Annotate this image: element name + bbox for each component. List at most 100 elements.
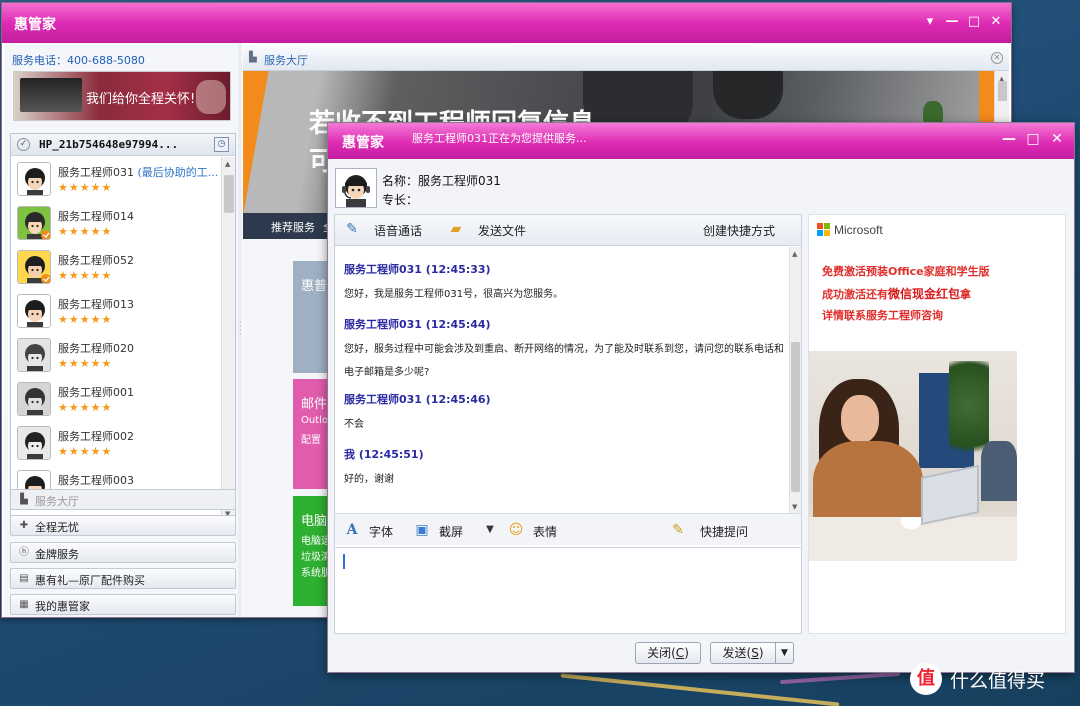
close-icon[interactable]: ✕ — [1050, 132, 1064, 146]
engineer-name: 服务工程师052 — [58, 252, 134, 268]
maximize-icon[interactable]: □ — [967, 15, 981, 29]
send-file-button[interactable]: 发送文件 — [478, 222, 526, 239]
nav-service-hall[interactable]: ▙ 服务大厅 — [10, 489, 236, 510]
create-shortcut-button[interactable]: 创建快捷方式 — [703, 222, 775, 239]
scroll-thumb[interactable] — [791, 342, 800, 492]
message-text: 您好，我是服务工程师031号，很高兴为您服务。 — [344, 289, 564, 300]
engineer-name: 名称：服务工程师031 — [382, 174, 501, 188]
nav-parts-purchase[interactable]: ▤ 惠有礼—原厂配件购买 — [10, 568, 236, 589]
message-sender: 服务工程师031 (12:45:46) — [344, 393, 491, 406]
engineer-list-item[interactable]: 服务工程师001 ★★★★★ — [11, 377, 221, 421]
emoji-icon[interactable]: ☺ — [507, 521, 525, 539]
dropdown-icon[interactable]: ▾ — [923, 15, 937, 29]
check-icon[interactable]: ✓ — [17, 138, 30, 151]
ad-line: 免费激活预装Office家庭和学生版 — [822, 265, 990, 278]
engineer-list: 服务工程师031 (最后协助的工... ★★★★★ 服务工程师014 ★★★★★ — [11, 157, 221, 520]
microphone-icon[interactable]: ✎ — [343, 220, 361, 238]
nav-my-manager[interactable]: ▦ 我的惠管家 — [10, 594, 236, 615]
folder-icon[interactable]: ▰ — [447, 220, 465, 238]
engineer-list-item[interactable]: 服务工程师052 ★★★★★ — [11, 245, 221, 289]
engineer-list-item[interactable]: 服务工程师002 ★★★★★ — [11, 421, 221, 465]
panel-splitter[interactable]: · · · · — [238, 43, 242, 617]
message-input[interactable] — [335, 547, 801, 633]
screenshot-icon[interactable]: ▣ — [413, 521, 431, 539]
font-button[interactable]: 字体 — [369, 523, 393, 540]
engineer-list-item[interactable]: 服务工程师013 ★★★★★ — [11, 289, 221, 333]
engineer-avatar — [17, 250, 51, 284]
engineer-avatar-icon — [18, 295, 50, 327]
card-line: 配置 — [301, 435, 321, 446]
grip-icon: · · · · — [239, 318, 242, 339]
nav-label: 我的惠管家 — [35, 600, 90, 613]
engineer-avatar — [335, 168, 377, 208]
message-scrollbar[interactable]: ▲ ▼ — [789, 247, 801, 513]
close-chat-button[interactable]: 关闭(C) — [635, 642, 701, 664]
scroll-up-icon[interactable]: ▲ — [792, 250, 797, 258]
engineer-avatar-icon — [18, 163, 50, 195]
engineer-list-item[interactable]: 服务工程师031 (最后协助的工... ★★★★★ — [11, 157, 221, 201]
tab-service-hall[interactable]: ▙ 服务大厅 ✕ — [243, 47, 1009, 71]
engineer-name-text: 服务工程师001 — [58, 386, 134, 399]
scroll-up-icon[interactable]: ▲ — [225, 160, 230, 168]
contact-scrollbar[interactable]: ▲ ▼ — [221, 157, 235, 520]
rating-stars: ★★★★★ — [58, 225, 113, 238]
chat-app-logo: 惠管家 — [342, 135, 384, 151]
watermark: 值 什么值得买 — [910, 663, 1045, 695]
chat-title-bar[interactable]: 惠管家 服务工程师031正在为您提供服务... — □ ✕ — [328, 123, 1074, 159]
tab-close-icon[interactable]: ✕ — [991, 52, 1003, 64]
cart-icon: ▤ — [19, 573, 29, 584]
message-history: 服务工程师031 (12:45:33) 您好，我是服务工程师031号，很高兴为您… — [335, 247, 801, 513]
chevron-down-icon[interactable]: ▼ — [481, 521, 499, 539]
rating-stars: ★★★★★ — [58, 401, 113, 414]
user-card-icon: ▦ — [19, 599, 29, 610]
engineer-name-text: 服务工程师052 — [58, 254, 134, 267]
nav-gold-service[interactable]: ⓗ 金牌服务 — [10, 542, 236, 563]
card-title: 电脑 — [301, 514, 328, 529]
close-icon[interactable]: ✕ — [989, 15, 1003, 29]
engineer-name: 服务工程师001 — [58, 384, 134, 400]
minimize-icon[interactable]: — — [1002, 132, 1016, 146]
engineer-list-item[interactable]: 服务工程师020 ★★★★★ — [11, 333, 221, 377]
scroll-thumb[interactable] — [224, 175, 234, 213]
engineer-avatar-icon — [18, 251, 50, 283]
engineer-name: 服务工程师003 — [58, 472, 134, 488]
scroll-thumb[interactable] — [998, 81, 1007, 101]
main-title-bar[interactable]: 惠管家 ▾ — □ ✕ — [2, 3, 1011, 43]
font-icon[interactable]: A — [343, 521, 361, 539]
care-banner[interactable]: 我们给你全程关怀! — [13, 71, 231, 121]
engineer-avatar-icon — [18, 339, 50, 371]
minimize-icon[interactable]: — — [945, 15, 959, 29]
engineer-list-item[interactable]: 服务工程师014 ★★★★★ — [11, 201, 221, 245]
hero-photo-person — [713, 71, 783, 119]
engineer-avatar — [17, 382, 51, 416]
engineer-name: 服务工程师031 (最后协助的工... — [58, 164, 218, 180]
headset-avatar-icon — [336, 169, 376, 207]
ad-panel[interactable]: Microsoft 免费激活预装Office家庭和学生版 成功激活还有微信现金红… — [808, 214, 1066, 634]
emoji-button[interactable]: 表情 — [533, 523, 557, 540]
screenshot-button[interactable]: 截屏 — [439, 523, 463, 540]
engineer-name-text: 服务工程师003 — [58, 474, 134, 487]
quick-question-button[interactable]: 快捷提问 — [700, 523, 748, 540]
scroll-down-icon[interactable]: ▼ — [792, 503, 797, 511]
rating-stars: ★★★★★ — [58, 181, 113, 194]
ad-line: 成功激活还有微信现金红包拿 — [822, 285, 971, 302]
history-icon[interactable]: ◷ — [214, 137, 229, 152]
maximize-icon[interactable]: □ — [1026, 132, 1040, 146]
microsoft-brand: Microsoft — [834, 223, 883, 237]
send-button[interactable]: 发送(S) — [710, 642, 776, 664]
text-caret — [343, 554, 345, 569]
engineer-name-text: 服务工程师031 — [58, 166, 134, 179]
ad-highlight: 微信现金红包 — [888, 287, 961, 301]
engineer-avatar — [17, 294, 51, 328]
subnav-recommended[interactable]: 推荐服务 — [271, 219, 315, 235]
hall-icon: ▙ — [249, 52, 257, 63]
quick-question-icon[interactable]: ✎ — [669, 521, 687, 539]
nav-full-care[interactable]: ✚ 全程无忧 — [10, 515, 236, 536]
conversation-panel: ✎ 语音通话 ▰ 发送文件 创建快捷方式 服务工程师031 (12:45:33)… — [334, 214, 802, 634]
device-header[interactable]: ✓ HP_21b754648e97994... ◷ — [11, 134, 235, 156]
send-options-chevron-icon[interactable]: ▼ — [776, 642, 794, 664]
engineer-specialty: 专长： — [382, 193, 419, 207]
window-controls: ▾ — □ ✕ — [923, 15, 1003, 29]
voice-call-button[interactable]: 语音通话 — [374, 222, 422, 239]
engineer-name: 服务工程师020 — [58, 340, 134, 356]
